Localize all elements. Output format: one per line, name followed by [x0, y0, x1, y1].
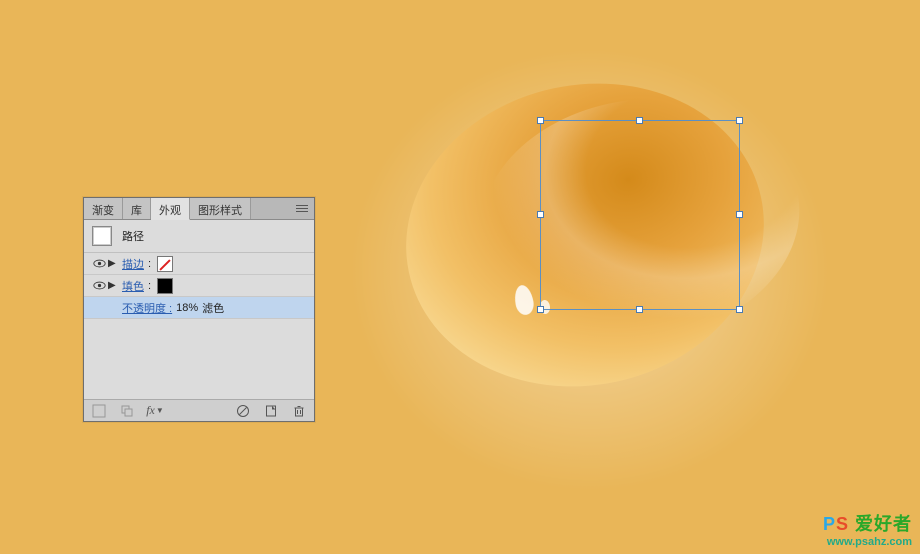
trash-button[interactable]	[290, 403, 308, 419]
selection-bounding-box[interactable]	[540, 120, 740, 310]
resize-handle-middle-left[interactable]	[537, 211, 544, 218]
layer-button[interactable]	[118, 403, 136, 419]
opacity-value: 18%	[176, 302, 198, 314]
tab-graphic-styles[interactable]: 图形样式	[190, 198, 251, 219]
visibility-toggle[interactable]	[90, 259, 108, 268]
watermark: PS 爱好者 www.psahz.com	[823, 510, 912, 548]
clear-button[interactable]	[234, 403, 252, 419]
blend-mode: 滤色	[202, 300, 224, 316]
fill-swatch[interactable]	[157, 278, 173, 294]
tab-appearance[interactable]: 外观	[151, 198, 190, 220]
visibility-toggle[interactable]	[90, 281, 108, 290]
object-thumbnail	[92, 226, 112, 246]
resize-handle-bottom-left[interactable]	[537, 306, 544, 313]
panel-empty-area	[84, 319, 314, 399]
resize-handle-bottom-middle[interactable]	[636, 306, 643, 313]
new-button[interactable]	[262, 403, 280, 419]
fill-link[interactable]: 填色	[122, 278, 144, 294]
object-type-label: 路径	[122, 228, 144, 244]
opacity-link[interactable]: 不透明度 :	[122, 300, 172, 316]
appearance-title-row: 路径	[84, 220, 314, 253]
stroke-row[interactable]: ▶ 描边:	[84, 253, 314, 275]
panel-tabs: 渐变 库 外观 图形样式	[84, 198, 314, 220]
expand-toggle[interactable]: ▶	[108, 258, 122, 269]
resize-handle-top-middle[interactable]	[636, 117, 643, 124]
resize-handle-bottom-right[interactable]	[736, 306, 743, 313]
fill-colon: :	[148, 280, 151, 292]
stroke-colon: :	[148, 258, 151, 270]
opacity-row[interactable]: 不透明度 : 18% 滤色	[84, 297, 314, 319]
tab-gradient[interactable]: 渐变	[84, 198, 123, 219]
resize-handle-top-left[interactable]	[537, 117, 544, 124]
menu-icon	[296, 205, 308, 213]
fill-row[interactable]: ▶ 填色:	[84, 275, 314, 297]
fx-menu-button[interactable]: fx▼	[146, 403, 164, 419]
stroke-swatch-none[interactable]	[157, 256, 173, 272]
resize-handle-top-right[interactable]	[736, 117, 743, 124]
expand-toggle[interactable]: ▶	[108, 280, 122, 291]
stroke-link[interactable]: 描边	[122, 256, 144, 272]
new-art-button[interactable]	[90, 403, 108, 419]
resize-handle-middle-right[interactable]	[736, 211, 743, 218]
tab-library[interactable]: 库	[123, 198, 151, 219]
panel-footer: fx▼	[84, 399, 314, 421]
appearance-panel: 渐变 库 外观 图形样式 路径 ▶ 描边: ▶ 填色: 不透明度 : 18% 滤…	[83, 197, 315, 422]
panel-menu-button[interactable]	[251, 198, 314, 219]
